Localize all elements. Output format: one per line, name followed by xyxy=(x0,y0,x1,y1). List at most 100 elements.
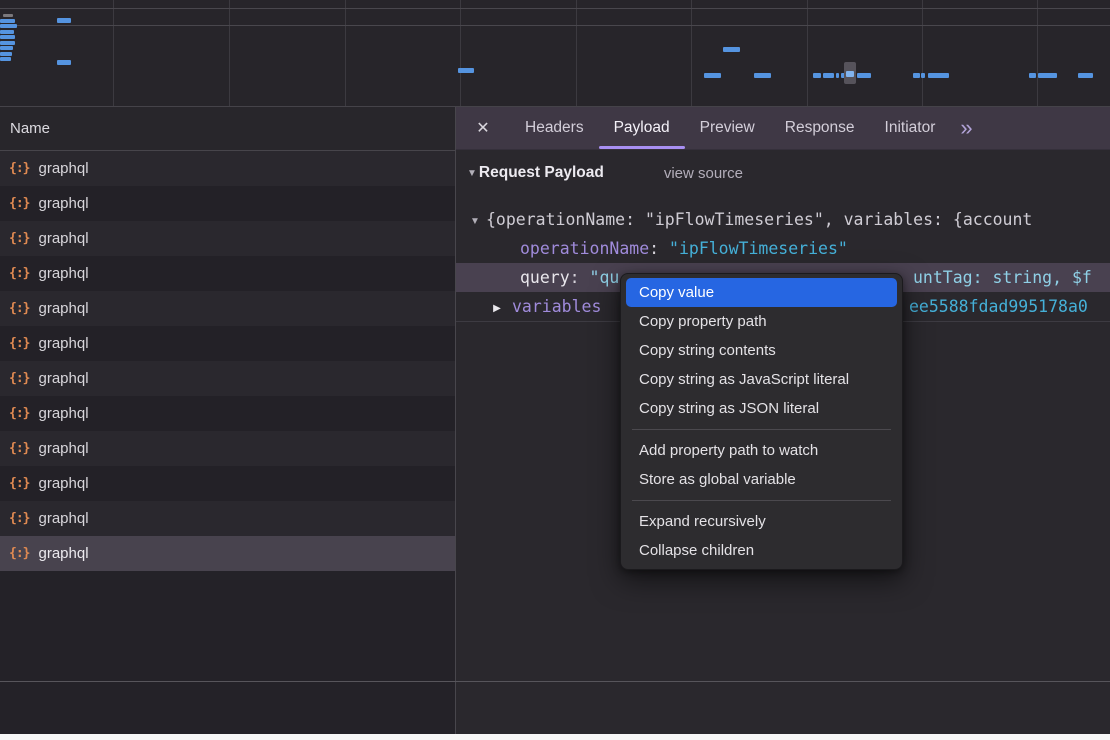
menu-separator xyxy=(632,429,891,430)
lane-divider xyxy=(0,8,1110,9)
waterfall-bar xyxy=(1038,73,1057,78)
menu-item-copy-string-contents[interactable]: Copy string contents xyxy=(626,336,897,365)
lane-divider xyxy=(0,25,1110,26)
details-tab-bar: ✕ HeadersPayloadPreviewResponseInitiator… xyxy=(456,107,1110,150)
close-icon[interactable]: ✕ xyxy=(456,107,510,149)
json-braces-icon: {:} xyxy=(9,266,29,281)
request-name: graphql xyxy=(38,265,88,282)
grid-line xyxy=(691,0,692,106)
waterfall-bar xyxy=(913,73,920,78)
table-row[interactable]: {:} graphql xyxy=(0,396,455,431)
waterfall-bar xyxy=(0,41,15,45)
object-preview: {operationName: "ipFlowTimeseries", vari… xyxy=(486,210,1032,229)
waterfall-bar xyxy=(1029,73,1036,78)
menu-item-store-as-global-variable[interactable]: Store as global variable xyxy=(626,465,897,494)
property-value: "qu xyxy=(590,268,620,287)
tab-response[interactable]: Response xyxy=(770,107,870,149)
devtools-network-panel: Name {:} graphql {:} graphql {:} graphql {:} gr… xyxy=(0,0,1110,734)
grid-line xyxy=(113,0,114,106)
json-braces-icon: {:} xyxy=(9,336,29,351)
tabs: HeadersPayloadPreviewResponseInitiator xyxy=(510,107,950,149)
request-name: graphql xyxy=(38,300,88,317)
request-payload-section-header[interactable]: ▼ Request Payload view source xyxy=(456,150,1110,196)
request-name: graphql xyxy=(38,160,88,177)
menu-item-copy-value[interactable]: Copy value xyxy=(626,278,897,307)
waterfall-bar xyxy=(57,60,71,65)
expand-arrow-icon[interactable]: ▶ xyxy=(482,294,512,323)
section-collapse-icon[interactable]: ▼ xyxy=(467,168,477,179)
table-row[interactable]: {:} graphql xyxy=(0,256,455,291)
grid-line xyxy=(229,0,230,106)
payload-row-operation-name[interactable]: operationName: "ipFlowTimeseries" xyxy=(456,234,1110,263)
menu-item-copy-property-path[interactable]: Copy property path xyxy=(626,307,897,336)
menu-item-collapse-children[interactable]: Collapse children xyxy=(626,536,897,565)
payload-root-row[interactable]: ▼{operationName: "ipFlowTimeseries", var… xyxy=(456,205,1110,234)
property-key: query xyxy=(520,268,570,287)
key-value-separator: : xyxy=(649,239,669,258)
waterfall-bar xyxy=(754,73,771,78)
table-row[interactable]: {:} graphql xyxy=(0,501,455,536)
waterfall-bar xyxy=(0,46,13,50)
waterfall-bar xyxy=(0,52,12,56)
menu-item-expand-recursively[interactable]: Expand recursively xyxy=(626,507,897,536)
json-braces-icon: {:} xyxy=(9,161,29,176)
tab-initiator[interactable]: Initiator xyxy=(870,107,951,149)
waterfall-bar xyxy=(813,73,821,78)
grid-line xyxy=(922,0,923,106)
table-row[interactable]: {:}graphql xyxy=(0,361,455,396)
json-braces-icon: {:} xyxy=(9,301,29,316)
menu-item-copy-string-as-javascript-literal[interactable]: Copy string as JavaScript literal xyxy=(626,365,897,394)
waterfall-bar xyxy=(0,19,15,23)
menu-item-add-property-path-to-watch[interactable]: Add property path to watch xyxy=(626,436,897,465)
json-braces-icon: {:} xyxy=(9,406,29,421)
waterfall-bar xyxy=(823,73,834,78)
network-overview-timeline[interactable] xyxy=(0,0,1110,107)
json-braces-icon: {:} xyxy=(9,511,29,526)
table-row[interactable]: {:} graphql xyxy=(0,536,455,571)
request-name: graphql xyxy=(38,545,88,562)
waterfall-bar xyxy=(0,57,11,61)
grid-line xyxy=(1037,0,1038,106)
request-name: graphql xyxy=(38,405,88,422)
waterfall-bar xyxy=(458,68,474,73)
request-name: graphql xyxy=(38,230,88,247)
table-row[interactable]: {:}graphql xyxy=(0,221,455,256)
property-value-continuation: untTag: string, $f xyxy=(913,263,1092,292)
waterfall-bar xyxy=(3,14,13,17)
json-braces-icon: {:} xyxy=(9,476,29,491)
table-row[interactable]: {:} graphql xyxy=(0,151,455,186)
property-value-continuation: ee5588fdad995178a0 xyxy=(909,292,1088,321)
table-row[interactable]: {:} graphql xyxy=(0,431,455,466)
tab-payload[interactable]: Payload xyxy=(599,107,685,149)
collapse-arrow-icon[interactable]: ▼ xyxy=(464,207,486,236)
grid-line xyxy=(576,0,577,106)
request-table: Name {:} graphql {:} graphql {:} graphql {:} gr… xyxy=(0,107,455,734)
tab-headers[interactable]: Headers xyxy=(510,107,599,149)
context-menu: Copy valueCopy property pathCopy string … xyxy=(620,273,903,570)
key-value-separator: : xyxy=(570,268,590,287)
table-row[interactable]: {:}graphql xyxy=(0,186,455,221)
section-title: Request Payload xyxy=(479,164,604,182)
request-name: graphql xyxy=(38,510,88,527)
waterfall-bar xyxy=(836,73,839,78)
view-source-link[interactable]: view source xyxy=(664,165,743,182)
property-key: variables xyxy=(512,297,601,316)
waterfall-bar xyxy=(0,35,15,39)
waterfall-bar xyxy=(921,73,925,78)
request-name: graphql xyxy=(38,440,88,457)
column-header-name[interactable]: Name xyxy=(0,107,455,151)
property-key: operationName xyxy=(520,239,649,258)
table-row[interactable]: {:} graphql xyxy=(0,291,455,326)
json-braces-icon: {:} xyxy=(9,546,29,561)
table-row[interactable]: {:}graphql xyxy=(0,326,455,361)
waterfall-bar xyxy=(928,73,949,78)
menu-separator xyxy=(632,500,891,501)
tab-preview[interactable]: Preview xyxy=(685,107,770,149)
grid-line xyxy=(345,0,346,106)
menu-item-copy-string-as-json-literal[interactable]: Copy string as JSON literal xyxy=(626,394,897,423)
table-row[interactable]: {:}graphql xyxy=(0,466,455,501)
json-braces-icon: {:} xyxy=(9,441,29,456)
grid-line xyxy=(460,0,461,106)
waterfall-bar xyxy=(0,30,14,34)
more-tabs-icon[interactable]: » xyxy=(960,107,972,149)
